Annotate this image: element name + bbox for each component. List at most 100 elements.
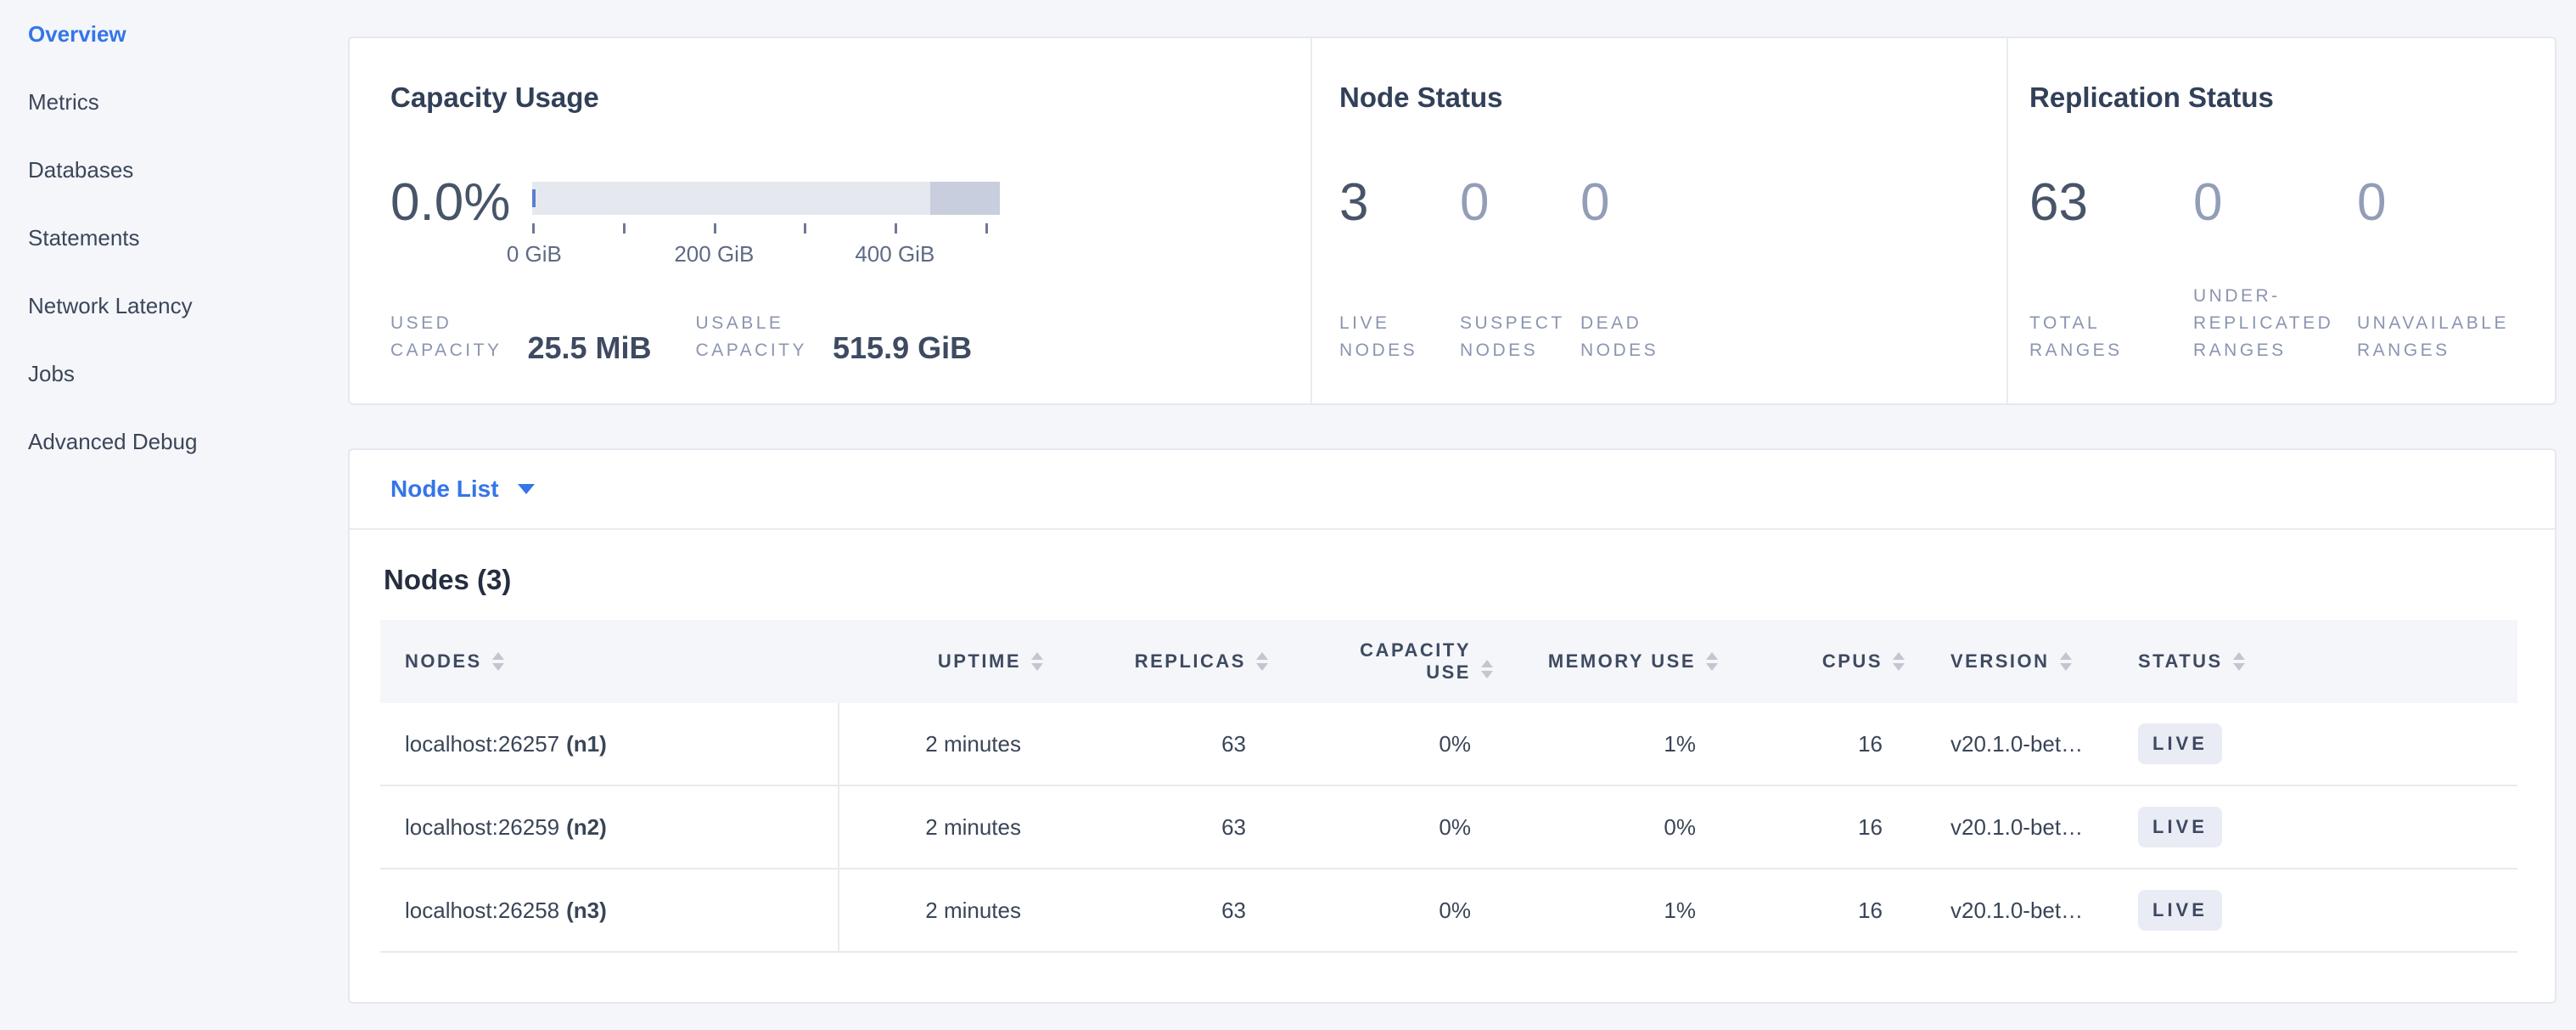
caret-down-icon (518, 484, 535, 494)
node-list-dropdown-label: Node List (390, 476, 499, 503)
dead-nodes-value: 0 (1580, 173, 1701, 233)
capacity-bar-used-marker (532, 189, 536, 207)
node-status-cell: LIVE (2134, 703, 2517, 785)
node-status-values: 3 0 0 (1339, 173, 2006, 233)
sidebar-item-network-latency[interactable]: Network Latency (0, 272, 348, 340)
live-nodes-label: LIVENODES (1339, 310, 1460, 364)
node-version: v20.1.0-bet… (1905, 703, 2134, 785)
sort-icon (2233, 652, 2245, 671)
node-capacity-use: 0% (1268, 786, 1493, 868)
sort-icon (1256, 652, 1268, 671)
node-status-title: Node Status (1339, 81, 2006, 115)
sort-icon (1031, 652, 1043, 671)
cluster-summary-card: Capacity Usage 0.0% (348, 37, 2556, 405)
sidebar-item-metrics[interactable]: Metrics (0, 68, 348, 136)
status-badge: LIVE (2138, 807, 2222, 847)
header-uptime[interactable]: UPTIME (839, 650, 1043, 673)
divider (350, 528, 2555, 530)
axis-label-0: 0 GiB (507, 241, 562, 267)
under-replicated-ranges-label: UNDER-REPLICATEDRANGES (2193, 283, 2357, 364)
node-capacity-use: 0% (1268, 870, 1493, 951)
nodes-table: NODES UPTIME REPLICAS CAPACITYUSE MEMORY… (380, 620, 2517, 953)
header-replicas[interactable]: REPLICAS (1043, 650, 1268, 673)
replication-status-title: Replication Status (2029, 81, 2555, 115)
node-uptime: 2 minutes (839, 786, 1043, 868)
sidebar: Overview Metrics Databases Statements Ne… (0, 0, 348, 1030)
node-replicas: 63 (1043, 703, 1268, 785)
capacity-usage-section: Capacity Usage 0.0% (350, 38, 1310, 403)
usable-capacity-value: 515.9 GiB (833, 332, 972, 364)
sidebar-item-statements[interactable]: Statements (0, 204, 348, 272)
node-version: v20.1.0-bet… (1905, 786, 2134, 868)
total-ranges-label: TOTALRANGES (2029, 310, 2193, 364)
unavailable-ranges-label: UNAVAILABLERANGES (2357, 310, 2521, 364)
node-memory-use: 1% (1493, 870, 1718, 951)
sort-icon (1893, 652, 1905, 671)
node-status-labels: LIVENODES SUSPECTNODES DEADNODES (1339, 310, 2006, 364)
used-capacity-value: 25.5 MiB (527, 332, 651, 364)
node-row-n2[interactable]: localhost:26259(n2) 2 minutes 63 0% 0% 1… (380, 786, 2517, 870)
sidebar-item-jobs[interactable]: Jobs (0, 340, 348, 408)
used-capacity-label: USEDCAPACITY (390, 310, 502, 364)
sort-icon (1706, 652, 1718, 671)
total-ranges-value: 63 (2029, 173, 2193, 233)
node-replicas: 63 (1043, 786, 1268, 868)
header-version[interactable]: VERSION (1905, 650, 2134, 673)
node-status-cell: LIVE (2134, 786, 2517, 868)
suspect-nodes-value: 0 (1460, 173, 1580, 233)
node-version: v20.1.0-bet… (1905, 870, 2134, 951)
header-cpus[interactable]: CPUS (1718, 650, 1905, 673)
node-list-dropdown[interactable]: Node List (350, 450, 2555, 528)
live-nodes-value: 3 (1339, 173, 1460, 233)
node-status-cell: LIVE (2134, 870, 2517, 951)
capacity-gauge: 0.0% 0 GiB (390, 173, 1310, 267)
node-uptime: 2 minutes (839, 703, 1043, 785)
node-row-n3[interactable]: localhost:26258(n3) 2 minutes 63 0% 1% 1… (380, 870, 2517, 953)
under-replicated-ranges-value: 0 (2193, 173, 2357, 233)
sort-icon (2060, 652, 2072, 671)
node-capacity-use: 0% (1268, 703, 1493, 785)
nodes-card: Node List Nodes (3) NODES UPTIME REPLICA… (348, 448, 2556, 1004)
sort-icon (492, 652, 504, 671)
axis-label-200: 200 GiB (674, 241, 754, 267)
sidebar-item-overview[interactable]: Overview (0, 0, 348, 68)
sidebar-item-advanced-debug[interactable]: Advanced Debug (0, 408, 348, 476)
node-address: localhost:26257(n1) (380, 703, 839, 785)
usable-capacity-label: USABLECAPACITY (696, 310, 807, 364)
node-address: localhost:26259(n2) (380, 786, 839, 868)
replication-status-section: Replication Status 63 0 0 TOTALRANGES UN… (2006, 38, 2555, 403)
nodes-section-title: Nodes (3) (384, 564, 2555, 596)
header-status[interactable]: STATUS (2134, 650, 2517, 673)
header-nodes[interactable]: NODES (380, 650, 839, 673)
node-cpus: 16 (1718, 703, 1905, 785)
node-replicas: 63 (1043, 870, 1268, 951)
dead-nodes-label: DEADNODES (1580, 310, 1701, 364)
replication-values: 63 0 0 (2029, 173, 2555, 233)
node-memory-use: 1% (1493, 703, 1718, 785)
status-badge: LIVE (2138, 890, 2222, 931)
node-uptime: 2 minutes (839, 870, 1043, 951)
replication-labels: TOTALRANGES UNDER-REPLICATEDRANGES UNAVA… (2029, 283, 2555, 364)
capacity-percent-value: 0.0% (390, 173, 510, 267)
node-status-section: Node Status 3 0 0 LIVENODES SUSPECTNODES… (1310, 38, 2006, 403)
sort-icon (1481, 660, 1493, 678)
nodes-table-header: NODES UPTIME REPLICAS CAPACITYUSE MEMORY… (380, 620, 2517, 703)
node-cpus: 16 (1718, 786, 1905, 868)
suspect-nodes-label: SUSPECTNODES (1460, 310, 1580, 364)
capacity-bar-track (532, 182, 1000, 215)
status-badge: LIVE (2138, 723, 2222, 764)
axis-label-400: 400 GiB (855, 241, 934, 267)
node-address: localhost:26258(n3) (380, 870, 839, 951)
sidebar-item-databases[interactable]: Databases (0, 136, 348, 204)
header-memory-use[interactable]: MEMORY USE (1493, 650, 1718, 673)
capacity-axis-labels: 0 GiB 200 GiB 400 GiB (532, 241, 1000, 267)
main-content: Capacity Usage 0.0% (348, 0, 2556, 1004)
capacity-axis-ticks (532, 223, 1000, 234)
node-memory-use: 0% (1493, 786, 1718, 868)
node-cpus: 16 (1718, 870, 1905, 951)
capacity-usage-title: Capacity Usage (390, 81, 1310, 115)
node-row-n1[interactable]: localhost:26257(n1) 2 minutes 63 0% 1% 1… (380, 703, 2517, 786)
header-capacity-use[interactable]: CAPACITYUSE (1268, 639, 1493, 684)
capacity-stats: USEDCAPACITY 25.5 MiB USABLECAPACITY 515… (390, 310, 1310, 364)
capacity-bar: 0 GiB 200 GiB 400 GiB (532, 182, 1000, 267)
